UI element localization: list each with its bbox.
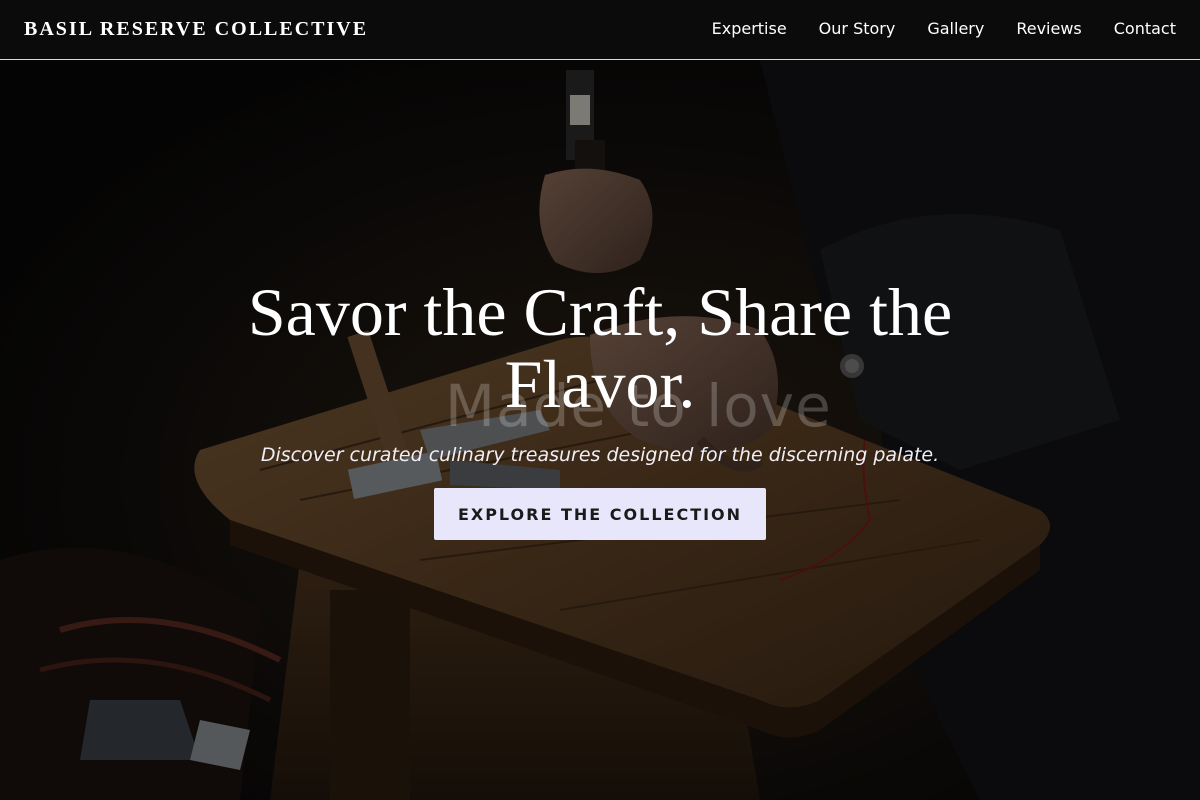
- hero-title: Savor the Craft, Share the Flavor.: [247, 274, 953, 422]
- nav-link-expertise[interactable]: Expertise: [712, 19, 787, 38]
- hero-subtitle: Discover curated culinary treasures desi…: [260, 444, 940, 466]
- landing-page: BASIL RESERVE COLLECTIVE Expertise Our S…: [0, 0, 1200, 800]
- nav-links: Expertise Our Story Gallery Reviews Cont…: [712, 19, 1176, 38]
- top-navigation-bar: BASIL RESERVE COLLECTIVE Expertise Our S…: [0, 0, 1200, 60]
- nav-link-reviews[interactable]: Reviews: [1016, 19, 1081, 38]
- nav-link-gallery[interactable]: Gallery: [927, 19, 984, 38]
- nav-link-our-story[interactable]: Our Story: [819, 19, 896, 38]
- explore-collection-button[interactable]: EXPLORE THE COLLECTION: [434, 488, 766, 540]
- hero-section: Made to love Savor the Craft, Share the …: [0, 0, 1200, 800]
- nav-link-contact[interactable]: Contact: [1114, 19, 1176, 38]
- brand-logo-text[interactable]: BASIL RESERVE COLLECTIVE: [24, 18, 368, 41]
